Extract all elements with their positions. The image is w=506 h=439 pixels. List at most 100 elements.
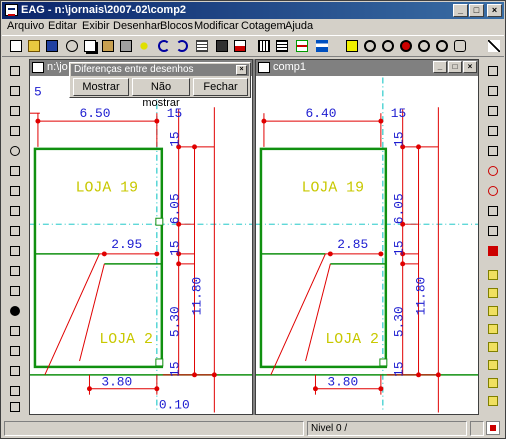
scale-icon[interactable] (7, 163, 23, 179)
dim-vertical-icon[interactable] (485, 83, 501, 99)
properties-pr-icon[interactable] (485, 243, 501, 259)
compare-drawings-icon[interactable] (314, 38, 330, 54)
tool-a-icon[interactable] (485, 267, 501, 283)
extend-icon[interactable] (7, 223, 23, 239)
drawing-canvas-right[interactable]: 6.40 2.85 3.80 15 6.05 11.80 5.30 15 15 … (256, 76, 478, 414)
menu-exibir[interactable]: Exibir (82, 20, 110, 32)
menu-blocos[interactable]: Blocos (160, 20, 193, 32)
child-close-button[interactable]: × (463, 61, 477, 73)
offset-icon[interactable] (7, 283, 23, 299)
tool-f-icon[interactable] (485, 357, 501, 373)
save-icon[interactable] (44, 38, 60, 54)
tool-d-icon[interactable] (485, 321, 501, 337)
cut-icon[interactable] (64, 38, 80, 54)
rotate-icon[interactable] (7, 143, 23, 159)
snap-toggle-icon[interactable] (344, 38, 360, 54)
drawing-window-right[interactable]: comp1 _ □ × 6.40 2.85 3.80 15 6.05 11.80… (255, 59, 479, 415)
close-button[interactable]: × (487, 4, 502, 17)
pan-icon[interactable] (452, 38, 468, 54)
dim-angular-icon[interactable] (485, 143, 501, 159)
grid-settings-icon[interactable] (274, 38, 290, 54)
dim-aligned-icon[interactable] (485, 103, 501, 119)
move-icon[interactable] (7, 103, 23, 119)
dim-text-top: 6.50 (80, 106, 111, 121)
dim-horizontal-icon[interactable] (485, 63, 501, 79)
child-title-left: n:\jo (47, 61, 68, 73)
menu-editar[interactable]: Editar (48, 20, 77, 32)
menu-arquivo[interactable]: Arquivo (7, 20, 44, 32)
vdim-text-2: 11.80 (189, 277, 204, 316)
close-dialog-button[interactable]: Fechar (193, 78, 248, 96)
status-panel-small (470, 421, 484, 436)
properties-icon[interactable] (232, 38, 248, 54)
tool-h-icon[interactable] (485, 393, 501, 409)
grid-icon[interactable] (256, 38, 272, 54)
explode-icon[interactable] (7, 363, 23, 379)
dialog-title-bar[interactable]: Diferenças entre desenhos × (71, 64, 249, 76)
add-drawing-icon[interactable] (294, 38, 310, 54)
fillet-icon[interactable] (7, 263, 23, 279)
select-icon[interactable] (7, 83, 23, 99)
help-icon[interactable] (136, 38, 152, 54)
window-title: EAG - n:\jornais\2007-02\comp2 (21, 4, 187, 16)
show-button[interactable]: Mostrar (73, 78, 129, 96)
main-toolbar (2, 35, 504, 57)
zoom-in-icon[interactable] (362, 38, 378, 54)
layers-icon[interactable] (194, 38, 210, 54)
maximize-button[interactable]: □ (469, 4, 484, 17)
undo-icon[interactable] (156, 38, 172, 54)
drawing-icon (32, 62, 44, 73)
array-icon[interactable] (7, 343, 23, 359)
hide-button[interactable]: Não mostrar (132, 78, 190, 109)
paste-icon[interactable] (100, 38, 116, 54)
copy-object-icon[interactable] (7, 123, 23, 139)
tool-b-icon[interactable] (485, 285, 501, 301)
title-bar[interactable]: EAG - n:\jornais\2007-02\comp2 _ □ × (2, 2, 504, 19)
menu-cotagem[interactable]: Cotagem (241, 20, 286, 32)
mirror-icon[interactable] (7, 183, 23, 199)
chamfer-icon[interactable] (7, 323, 23, 339)
redo-icon[interactable] (174, 38, 190, 54)
dim-continue-icon[interactable] (485, 223, 501, 239)
tool-c-icon[interactable] (485, 303, 501, 319)
zoom-previous-icon[interactable] (434, 38, 450, 54)
trim-icon[interactable] (7, 203, 23, 219)
menu-modificar[interactable]: Modificar (194, 20, 239, 32)
zoom-extents-icon[interactable] (416, 38, 432, 54)
menu-ajuda[interactable]: Ajuda (285, 20, 313, 32)
child-title-bar-right[interactable]: comp1 _ □ × (256, 60, 478, 76)
status-indicator-icon[interactable] (486, 421, 500, 435)
tool-e-icon[interactable] (485, 339, 501, 355)
child-title-right: comp1 (273, 61, 307, 73)
break-icon[interactable] (7, 243, 23, 259)
dim-radius-icon[interactable] (485, 163, 501, 179)
open-folder-icon[interactable] (26, 38, 42, 54)
leader-icon[interactable] (485, 203, 501, 219)
diff-dialog[interactable]: Diferenças entre desenhos × Mostrar Não … (69, 62, 251, 109)
eraser-icon[interactable] (7, 63, 23, 79)
status-level: Nivel 0 / (307, 421, 467, 436)
edge-label: 5 (34, 84, 42, 99)
paint-icon[interactable] (7, 303, 23, 319)
child-minimize-button[interactable]: _ (433, 61, 447, 73)
lock-icon[interactable] (214, 38, 230, 54)
line-tool-icon[interactable] (486, 38, 502, 54)
drawing-window-left[interactable]: n:\jo 5 6.50 2.95 3.80 0.10 15 6.05 11.8… (29, 59, 253, 415)
minimize-button[interactable]: _ (453, 4, 468, 17)
stretch-icon[interactable] (7, 383, 23, 399)
dim-rotated-icon[interactable] (485, 123, 501, 139)
new-file-icon[interactable] (8, 38, 24, 54)
align-icon[interactable] (7, 399, 23, 415)
menu-desenhar[interactable]: Desenhar (113, 20, 161, 32)
zoom-out-icon[interactable] (380, 38, 396, 54)
child-maximize-button[interactable]: □ (448, 61, 462, 73)
vdim-text-1: 6.05 (392, 193, 407, 224)
drawing-canvas-left[interactable]: 5 6.50 2.95 3.80 0.10 15 6.05 11.80 5.30… (30, 76, 252, 414)
print-icon[interactable] (118, 38, 134, 54)
zoom-window-icon[interactable] (398, 38, 414, 54)
dim-text-top: 6.40 (306, 106, 337, 121)
dim-diameter-icon[interactable] (485, 183, 501, 199)
tool-g-icon[interactable] (485, 375, 501, 391)
dialog-close-x-button[interactable]: × (236, 65, 247, 75)
copy-icon[interactable] (82, 38, 98, 54)
